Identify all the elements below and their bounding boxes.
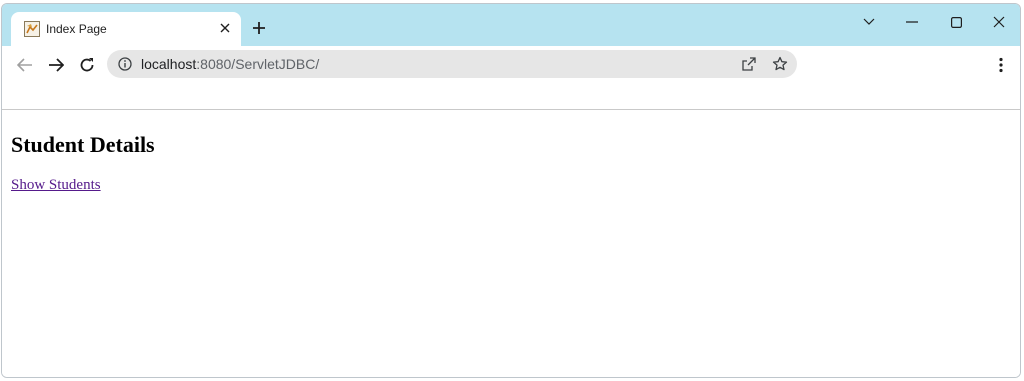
chevron-down-icon[interactable] bbox=[854, 10, 884, 34]
forward-arrow-icon[interactable] bbox=[44, 53, 68, 77]
share-icon[interactable] bbox=[741, 56, 757, 72]
page-heading: Student Details bbox=[11, 132, 155, 157]
url-host: localhost bbox=[141, 56, 197, 72]
info-icon[interactable] bbox=[117, 56, 133, 72]
browser-toolbar: localhost:8080/ServletJDBC/ bbox=[2, 46, 1020, 84]
new-tab-plus-icon[interactable] bbox=[249, 18, 269, 38]
tab-index-page[interactable]: Index Page bbox=[11, 12, 241, 46]
address-bar[interactable]: localhost:8080/ServletJDBC/ bbox=[107, 50, 797, 78]
url-path: :8080/ServletJDBC/ bbox=[196, 56, 320, 72]
tomcat-icon bbox=[24, 21, 40, 37]
url-text[interactable]: localhost:8080/ServletJDBC/ bbox=[141, 56, 319, 72]
star-icon[interactable] bbox=[772, 56, 788, 72]
reload-icon[interactable] bbox=[75, 53, 99, 77]
close-icon[interactable] bbox=[984, 10, 1014, 34]
menu-kebab-icon[interactable] bbox=[989, 53, 1013, 77]
show-students-link[interactable]: Show Students bbox=[11, 177, 101, 194]
minimize-icon[interactable] bbox=[897, 10, 927, 34]
back-arrow-icon[interactable] bbox=[13, 53, 37, 77]
tab-close-icon[interactable] bbox=[216, 19, 234, 37]
tab-title: Index Page bbox=[46, 22, 107, 36]
page-content: Student Details Show Students bbox=[2, 110, 1020, 377]
maximize-icon[interactable] bbox=[941, 10, 971, 34]
browser-window: Index Page localhost:8080/ServletJDBC/ S… bbox=[1, 3, 1021, 378]
title-bar: Index Page bbox=[2, 4, 1020, 46]
